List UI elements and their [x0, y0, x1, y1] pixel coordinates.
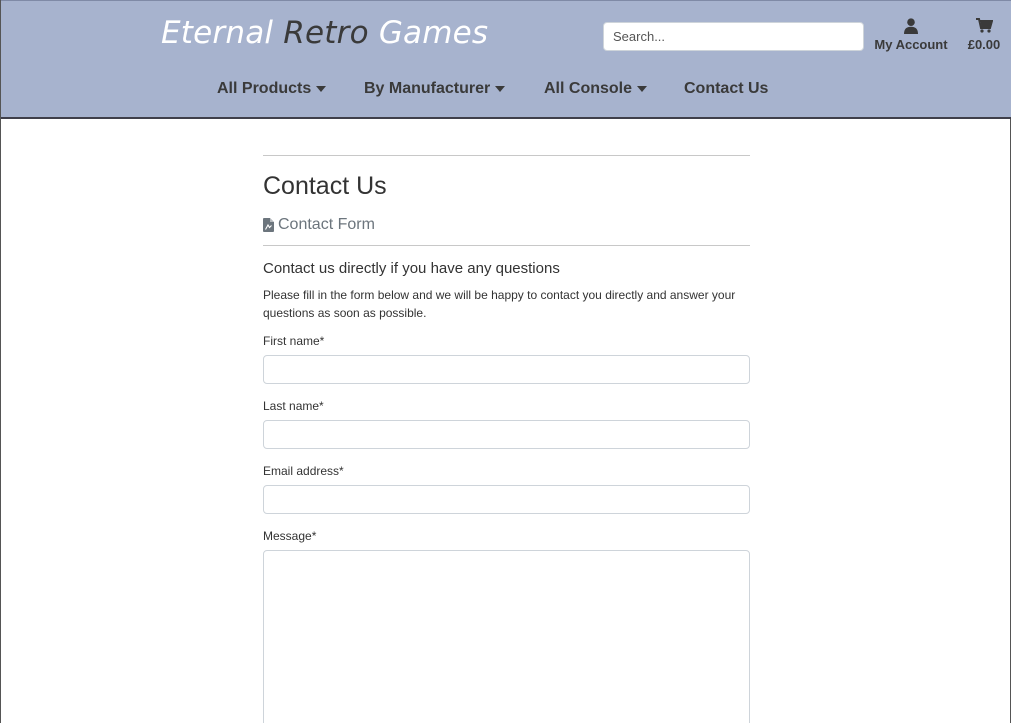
message-field[interactable] — [263, 550, 750, 723]
nav-all-console-label: All Console — [544, 80, 633, 97]
first-name-group: First name* — [263, 334, 750, 384]
my-account-link[interactable]: My Account — [873, 18, 949, 52]
brand-logo[interactable]: Eternal Retro Games — [161, 15, 488, 51]
caret-down-icon — [495, 86, 506, 92]
message-label: Message* — [263, 529, 317, 543]
file-icon — [263, 218, 274, 232]
nav-all-console[interactable]: All Console — [544, 80, 648, 98]
form-heading: Contact Form — [263, 215, 750, 235]
email-group: Email address* — [263, 464, 750, 514]
brand-word-2: Retro — [283, 15, 369, 51]
main-nav: All Products By Manufacturer All Console… — [1, 80, 1011, 102]
nav-contact-us[interactable]: Contact Us — [684, 80, 768, 98]
email-label: Email address* — [263, 464, 344, 478]
nav-all-products-label: All Products — [217, 80, 312, 97]
cart-icon — [963, 18, 1005, 35]
nav-all-products[interactable]: All Products — [217, 80, 327, 98]
brand-word-3: Games — [378, 15, 489, 51]
form-heading-label: Contact Form — [278, 216, 375, 233]
contact-intro: Please fill in the form below and we wil… — [263, 288, 736, 320]
email-field[interactable] — [263, 485, 750, 514]
nav-contact-us-label: Contact Us — [684, 80, 769, 97]
user-icon — [873, 18, 949, 35]
first-name-label: First name* — [263, 334, 325, 348]
message-group: Message* — [263, 529, 750, 723]
caret-down-icon — [316, 86, 327, 92]
last-name-group: Last name* — [263, 399, 750, 449]
brand-word-1: Eternal — [161, 15, 274, 51]
nav-by-manufacturer[interactable]: By Manufacturer — [364, 80, 506, 98]
cart-link[interactable]: £0.00 — [963, 18, 1005, 52]
caret-down-icon — [637, 86, 648, 92]
divider — [263, 245, 750, 246]
last-name-field[interactable] — [263, 420, 750, 449]
site-header: Eternal Retro Games My Account £0.00 All… — [1, 0, 1011, 119]
cart-total: £0.00 — [967, 37, 1001, 52]
nav-by-manufacturer-label: By Manufacturer — [364, 80, 491, 97]
search-input[interactable] — [603, 22, 864, 51]
my-account-label: My Account — [874, 37, 948, 52]
divider — [263, 155, 750, 156]
last-name-label: Last name* — [263, 399, 324, 413]
contact-subheading: Contact us directly if you have any ques… — [263, 260, 560, 277]
first-name-field[interactable] — [263, 355, 750, 384]
contact-section: Contact Us Contact Form Contact us direc… — [263, 155, 750, 322]
page-title: Contact Us — [263, 172, 387, 200]
